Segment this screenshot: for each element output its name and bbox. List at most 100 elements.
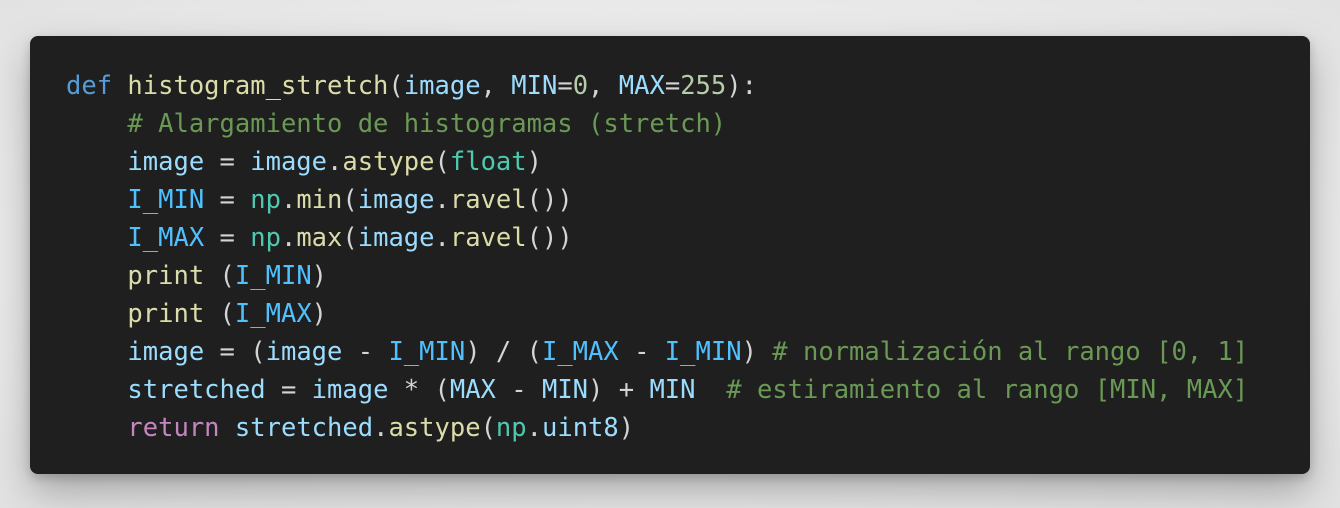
code-line-10: return stretched.astype(np.uint8)	[66, 409, 1310, 447]
code-token: ,	[480, 71, 512, 101]
code-token: ravel	[449, 223, 527, 253]
code-token: ) +	[588, 375, 650, 405]
code-token: print	[127, 261, 205, 291]
code-token: (	[342, 223, 358, 253]
code-token: float	[449, 147, 527, 177]
code-token: max	[296, 223, 343, 253]
code-line-3: image = image.astype(float)	[66, 143, 1310, 181]
code-token: image	[403, 71, 481, 101]
code-token: image	[127, 337, 205, 367]
code-snippet-window: def histogram_stretch(image, MIN=0, MAX=…	[30, 36, 1310, 474]
code-token: )	[741, 337, 773, 367]
code-token: I_MIN	[234, 261, 312, 291]
code-token: ravel	[449, 185, 527, 215]
code-token: ())	[526, 185, 573, 215]
code-token: astype	[388, 413, 481, 443]
code-token: )	[311, 299, 328, 329]
code-token: image	[127, 147, 205, 177]
code-token: MAX	[618, 71, 665, 101]
code-token: np	[250, 223, 281, 253]
code-token: image	[357, 223, 435, 253]
code-token: =	[557, 71, 573, 101]
code-token: =	[204, 185, 251, 215]
code-line-8: image = (image - I_MIN) / (I_MAX - I_MIN…	[66, 333, 1310, 371]
code-token: -	[495, 375, 542, 405]
code-token: =	[664, 71, 681, 101]
code-token: ) / (	[465, 337, 542, 367]
code-token: .	[280, 185, 297, 215]
code-token: .	[434, 185, 450, 215]
code-token: image	[250, 147, 328, 177]
code-token: image	[357, 185, 435, 215]
code-token: )	[618, 413, 635, 443]
code-token: np	[250, 185, 281, 215]
code-token: 255	[680, 71, 727, 101]
code-line-6: print (I_MIN)	[66, 257, 1310, 295]
code-line-9: stretched = image * (MAX - MIN) + MIN # …	[66, 371, 1310, 409]
code-token: # estiramiento al rango [MIN, MAX]	[726, 375, 1249, 405]
code-token: I_MAX	[541, 337, 619, 367]
code-token: ())	[526, 223, 573, 253]
code-token: ,	[588, 71, 619, 101]
code-token: =	[204, 147, 251, 177]
code-token: (	[480, 413, 496, 443]
code-token: -	[618, 337, 665, 367]
code-token: MIN	[649, 375, 696, 405]
code-token: np	[495, 413, 527, 443]
code-token: stretched	[127, 375, 266, 405]
code-token: (	[388, 71, 404, 101]
code-token: .	[327, 147, 343, 177]
code-token: I_MIN	[127, 185, 205, 215]
code-token: (	[204, 299, 235, 329]
code-token: (	[434, 147, 450, 177]
code-token: return	[127, 413, 220, 443]
code-token: .	[526, 413, 542, 443]
code-token: =	[204, 223, 251, 253]
code-token: (	[342, 185, 358, 215]
code-token: -	[342, 337, 389, 367]
code-line-2: # Alargamiento de histogramas (stretch)	[66, 105, 1310, 143]
code-token: )	[311, 261, 328, 291]
code-token: .	[434, 223, 450, 253]
code-token: .	[373, 413, 389, 443]
code-token: 0	[572, 71, 589, 101]
code-line-4: I_MIN = np.min(image.ravel())	[66, 181, 1310, 219]
code-token: histogram_stretch	[127, 71, 389, 101]
code-token: print	[127, 299, 205, 329]
code-token: )	[526, 147, 542, 177]
code-token: * (	[388, 375, 450, 405]
code-token: I_MIN	[388, 337, 466, 367]
code-token: = (	[204, 337, 266, 367]
code-line-5: I_MAX = np.max(image.ravel())	[66, 219, 1310, 257]
code-line-1: def histogram_stretch(image, MIN=0, MAX=…	[66, 67, 1310, 105]
code-token: # normalización al rango [0, 1]	[772, 337, 1249, 367]
code-token: I_MIN	[664, 337, 742, 367]
code-line-7: print (I_MAX)	[66, 295, 1310, 333]
code-token: MIN	[511, 71, 558, 101]
code-token: astype	[342, 147, 435, 177]
code-token: MAX	[449, 375, 496, 405]
code-token: uint8	[542, 413, 619, 443]
code-token: I_MAX	[234, 299, 312, 329]
code-token: =	[265, 375, 312, 405]
code-token: # Alargamiento de histogramas (stretch)	[127, 109, 727, 139]
code-token: image	[265, 337, 343, 367]
code-token: I_MAX	[127, 223, 205, 253]
code-token: .	[280, 223, 297, 253]
code-token: ):	[726, 71, 757, 101]
code-token: MIN	[541, 375, 589, 405]
code-token: image	[311, 375, 389, 405]
code-block: def histogram_stretch(image, MIN=0, MAX=…	[66, 67, 1310, 447]
